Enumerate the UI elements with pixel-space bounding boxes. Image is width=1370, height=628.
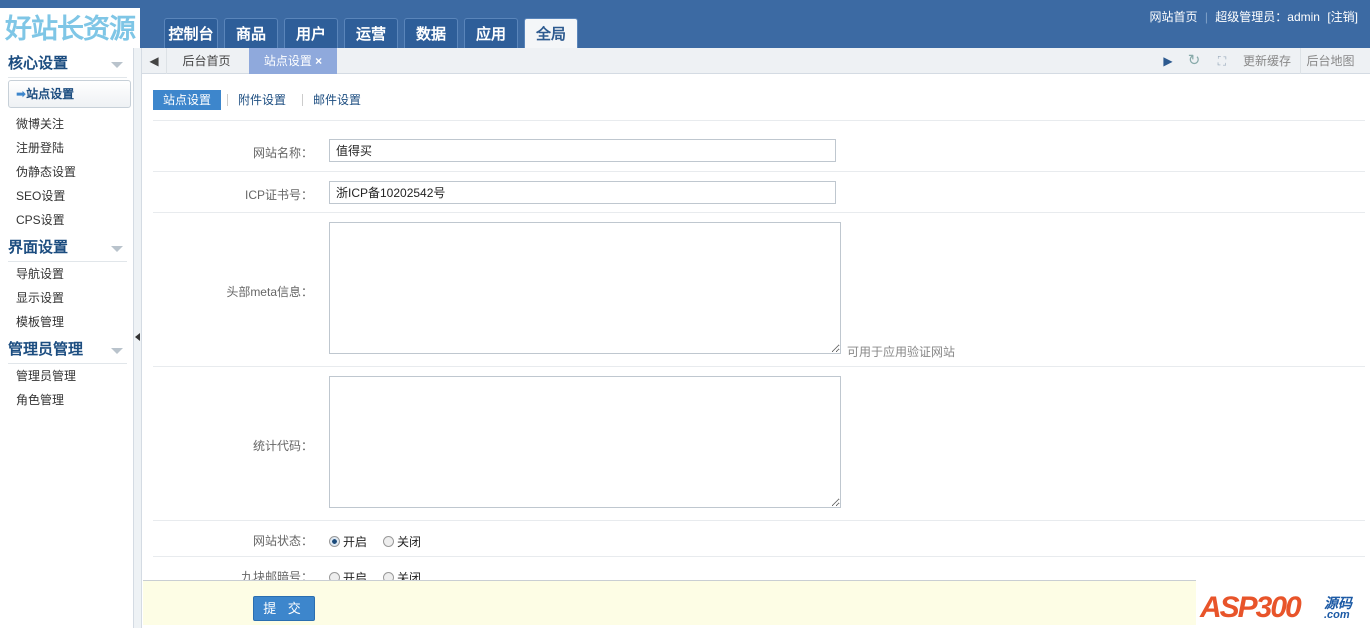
field-label: ICP证书号： [244, 188, 313, 202]
sidebar: 核心设置 ➡站点设置 微博关注 注册登陆 伪静态设置 SEO设置 CPS设置 界… [0, 48, 134, 628]
field-label: 网站名称： [252, 146, 313, 160]
sidebar-item-templates[interactable]: 模板管理 [0, 310, 133, 334]
sidebar-item-roles[interactable]: 角色管理 [0, 388, 133, 412]
main-nav: 控制台 商品 用户 运营 数据 应用 全局 [164, 18, 578, 48]
nav-apps[interactable]: 应用 [464, 18, 518, 48]
sidebar-item-seo[interactable]: SEO设置 [0, 184, 133, 208]
sub-tabs: 站点设置 附件设置 邮件设置 [153, 90, 371, 110]
group-title: 界面设置 [8, 239, 69, 256]
subtab-site[interactable]: 站点设置 [153, 90, 222, 110]
watermark-text: ASP300 [1200, 591, 1302, 624]
sidebar-group-ui[interactable]: 界面设置 [8, 236, 127, 262]
option-label: 开启 [343, 535, 368, 549]
content-panel: 站点设置 附件设置 邮件设置 网站名称： ICP证书号： 头部meta信息： 可… [143, 74, 1365, 580]
item-label: 站点设置 [26, 87, 75, 101]
close-icon[interactable]: × [315, 54, 322, 68]
nav-users[interactable]: 用户 [284, 18, 338, 48]
top-header: 好站长资源 控制台 商品 用户 运营 数据 应用 全局 网站首页 | 超级管理员… [0, 0, 1370, 48]
chevron-down-icon [111, 348, 123, 354]
sidebar-item-weibo[interactable]: 微博关注 [0, 112, 133, 136]
tab-site-settings[interactable]: 站点设置 × [249, 48, 337, 74]
site-home-link[interactable]: 网站首页 [1149, 10, 1197, 24]
top-links: 网站首页 | 超级管理员：admin [注销] [1149, 10, 1358, 24]
form-row-icp: ICP证书号： [153, 171, 1365, 212]
form-row-status: 网站状态： 开启 关闭 [153, 520, 1365, 556]
status-open-radio[interactable] [329, 536, 340, 547]
fullscreen-icon[interactable]: ⛶ [1210, 48, 1234, 74]
admin-role: 超级管理员：admin [1215, 10, 1320, 24]
logout-link[interactable]: [注销] [1327, 10, 1358, 24]
nav-goods[interactable]: 商品 [224, 18, 278, 48]
chevron-down-icon [111, 246, 123, 252]
tab-home[interactable]: 后台首页 [166, 48, 246, 74]
option-label: 开启 [343, 571, 368, 580]
tab-bar: ◀ 后台首页 站点设置 × ▶ ↻ ⛶ 更新缓存 后台地图 [142, 48, 1370, 74]
icp-input[interactable] [329, 181, 836, 204]
subtab-mail[interactable]: 邮件设置 [303, 90, 371, 110]
sidebar-collapse-handle[interactable] [134, 48, 142, 628]
submit-button[interactable]: 提 交 [253, 596, 315, 621]
refresh-icon[interactable]: ↻ [1182, 48, 1206, 74]
refresh-cache-button[interactable]: 更新缓存 [1236, 48, 1298, 74]
sitemap-button[interactable]: 后台地图 [1300, 48, 1360, 74]
option-label: 关闭 [397, 535, 422, 549]
sidebar-item-display[interactable]: 显示设置 [0, 286, 133, 310]
status-close-radio[interactable] [383, 536, 395, 547]
logo[interactable]: 好站长资源 [0, 8, 140, 48]
field-label: 统计代码： [252, 439, 313, 453]
form-row-site-name: 网站名称： [153, 120, 1365, 171]
asp300-watermark-logo: ASP300 源码 .com [1196, 575, 1366, 625]
meta-hint: 可用于应用验证网站 [847, 345, 956, 359]
scroll-right-icon[interactable]: ▶ [1160, 48, 1176, 74]
nav-operations[interactable]: 运营 [344, 18, 398, 48]
sidebar-item-admins[interactable]: 管理员管理 [0, 364, 133, 388]
sidebar-item-register[interactable]: 注册登陆 [0, 136, 133, 160]
option-label: 关闭 [397, 571, 422, 580]
sidebar-item-nav[interactable]: 导航设置 [0, 262, 133, 286]
site-name-input[interactable] [329, 139, 836, 162]
arrow-right-icon: ➡ [16, 87, 27, 101]
group-title: 核心设置 [8, 55, 69, 72]
sidebar-item-rewrite[interactable]: 伪静态设置 [0, 160, 133, 184]
scroll-left-icon[interactable]: ◀ [146, 48, 162, 74]
form-row-stats: 统计代码： [153, 366, 1365, 520]
form-row-meta: 头部meta信息： 可用于应用验证网站 [153, 212, 1365, 366]
nav-global[interactable]: 全局 [524, 18, 578, 48]
sidebar-item-site-settings[interactable]: ➡站点设置 [8, 80, 131, 108]
nav-data[interactable]: 数据 [404, 18, 458, 48]
status-radio-group: 开启 关闭 [329, 533, 421, 550]
sidebar-group-core[interactable]: 核心设置 [8, 52, 127, 78]
caret-left-icon [135, 333, 140, 341]
field-label: 头部meta信息： [226, 285, 313, 299]
tab-label: 站点设置 [263, 54, 312, 68]
chevron-down-icon [111, 62, 123, 68]
field-label: 网站状态： [252, 534, 313, 548]
group-title: 管理员管理 [8, 341, 84, 358]
stats-code-textarea[interactable] [329, 376, 841, 508]
sidebar-item-cps[interactable]: CPS设置 [0, 208, 133, 232]
sidebar-group-admin[interactable]: 管理员管理 [8, 338, 127, 364]
form-footer: 提 交 [143, 580, 1365, 625]
jiukuai-open-radio[interactable] [329, 572, 340, 580]
jiukuai-close-radio[interactable] [383, 572, 395, 580]
field-label: 九块邮暗号： [240, 570, 313, 580]
form-row-jiukuai: 九块邮暗号： 开启 关闭 [153, 556, 1365, 580]
meta-textarea[interactable] [329, 222, 841, 354]
watermark-suffix: .com [1324, 609, 1350, 621]
subtab-attachment[interactable]: 附件设置 [228, 90, 296, 110]
jiukuai-radio-group: 开启 关闭 [329, 569, 421, 580]
nav-console[interactable]: 控制台 [164, 18, 218, 48]
